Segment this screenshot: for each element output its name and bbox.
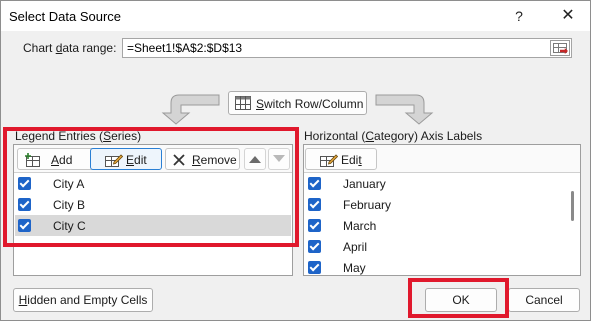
cancel-button[interactable]: Cancel xyxy=(508,288,580,312)
ok-button[interactable]: OK xyxy=(425,288,497,312)
legend-entry-label: City A xyxy=(53,177,85,191)
axis-label-checkbox[interactable] xyxy=(308,219,321,232)
legend-entries-label: Legend Entries (Series) xyxy=(15,129,142,143)
select-data-source-dialog: Select Data Source ? ✕ Chart data range:… xyxy=(0,0,591,321)
legend-entry-label: City B xyxy=(53,198,86,212)
chart-data-range-input[interactable] xyxy=(122,38,572,58)
axis-label-text: January xyxy=(343,177,386,191)
help-button[interactable]: ? xyxy=(507,6,531,26)
remove-x-icon xyxy=(173,154,185,166)
axis-toolbar: Edit xyxy=(304,145,580,173)
axis-label-text: April xyxy=(343,240,368,254)
move-up-button[interactable] xyxy=(244,148,266,170)
legend-entry-row[interactable]: City B xyxy=(15,194,291,215)
curved-arrow-left-icon xyxy=(161,94,220,125)
edit-table-icon xyxy=(320,154,338,167)
legend-entry-row[interactable]: City A xyxy=(15,173,291,194)
axis-label-row[interactable]: April xyxy=(305,236,579,257)
axis-labels-panel: Edit January February March April May xyxy=(303,144,581,276)
axis-label-checkbox[interactable] xyxy=(308,177,321,190)
axis-label-text: March xyxy=(343,219,377,233)
add-table-icon xyxy=(25,153,40,167)
close-button[interactable]: ✕ xyxy=(556,6,580,26)
legend-entry-label: City C xyxy=(53,219,86,233)
axis-label-text: May xyxy=(343,261,366,275)
axis-label-checkbox[interactable] xyxy=(308,240,321,253)
remove-series-label: Remove xyxy=(192,153,237,167)
axis-label-checkbox[interactable] xyxy=(308,261,321,274)
edit-series-label: Edit xyxy=(126,153,147,167)
axis-label-row[interactable]: February xyxy=(305,194,579,215)
dialog-titlebar: Select Data Source ? ✕ xyxy=(1,1,590,31)
switch-table-icon xyxy=(235,96,251,110)
triangle-down-icon xyxy=(273,155,285,162)
move-down-button[interactable] xyxy=(268,148,290,170)
legend-entry-checkbox[interactable] xyxy=(18,219,31,232)
dialog-title: Select Data Source xyxy=(9,9,122,24)
legend-toolbar: Add Edit Remove xyxy=(14,145,292,173)
chart-data-range-label: Chart data range: xyxy=(23,41,117,55)
add-series-label: Add xyxy=(51,153,73,167)
axis-label-row[interactable]: May xyxy=(305,257,579,278)
edit-axis-labels-label: Edit xyxy=(341,153,362,167)
scrollbar-thumb[interactable] xyxy=(571,191,574,221)
axis-label-checkbox[interactable] xyxy=(308,198,321,211)
edit-series-button[interactable]: Edit xyxy=(90,148,162,170)
axis-label-row[interactable]: January xyxy=(305,173,579,194)
hidden-empty-cells-button[interactable]: Hidden and Empty Cells xyxy=(13,288,153,312)
triangle-up-icon xyxy=(249,156,261,163)
axis-label-text: February xyxy=(343,198,392,212)
legend-entry-row[interactable]: City C xyxy=(15,215,291,236)
legend-entry-checkbox[interactable] xyxy=(18,177,31,190)
curved-arrow-right-icon xyxy=(375,94,434,125)
add-series-button[interactable]: Add xyxy=(17,148,97,170)
switch-row-column-button[interactable]: Switch Row/Column xyxy=(228,91,367,115)
remove-series-button[interactable]: Remove xyxy=(165,148,240,170)
edit-table-icon xyxy=(105,154,123,167)
legend-entries-panel: Add Edit Remove City A City B City C xyxy=(13,144,293,276)
switch-row-column-label: Switch Row/Column xyxy=(256,97,364,111)
axis-labels-section-label: Horizontal (Category) Axis Labels xyxy=(304,129,483,143)
axis-label-row[interactable]: March xyxy=(305,215,579,236)
axis-labels-scrollbar[interactable] xyxy=(568,177,578,275)
legend-entry-checkbox[interactable] xyxy=(18,198,31,211)
range-select-button[interactable] xyxy=(550,40,570,56)
edit-axis-labels-button[interactable]: Edit xyxy=(305,148,377,170)
